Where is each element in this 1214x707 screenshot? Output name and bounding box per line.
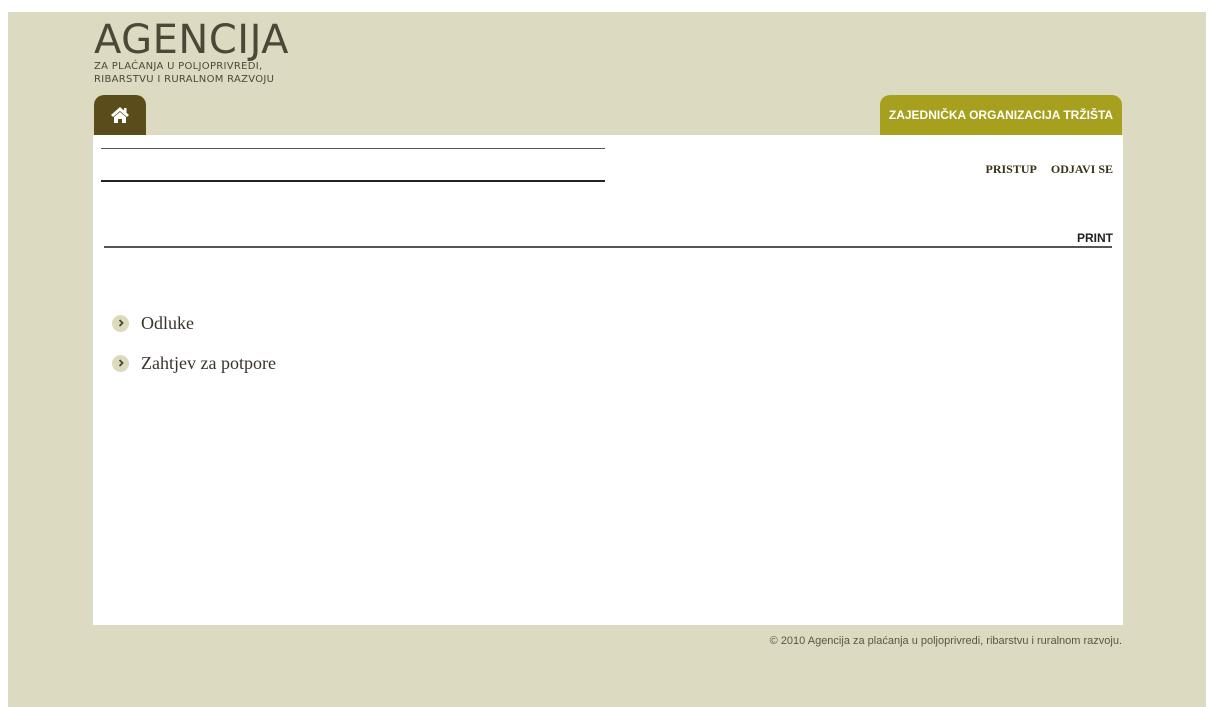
page-frame: AGENCIJA ZA PLAĆANJA U POLJOPRIVREDI, RI… — [8, 12, 1206, 707]
logo-subtitle-line2: RIBARSTVU I RURALNOM RAZVOJU — [94, 74, 275, 85]
logo-title: AGENCIJA — [94, 17, 290, 63]
menu-list: Odluke Zahtjev za potpore — [112, 303, 276, 383]
top-navigation: PRISTUP ODJAVI SE — [986, 162, 1113, 177]
print-button[interactable]: PRINT — [1077, 231, 1113, 245]
menu-item-label: Odluke — [141, 312, 194, 333]
access-link[interactable]: PRISTUP — [986, 162, 1037, 177]
header-divider-thick — [101, 180, 605, 182]
logo-subtitle-line1: ZA PLAĆANJA U POLJOPRIVREDI, — [94, 61, 263, 72]
menu-item-zahtjev-za-potpore[interactable]: Zahtjev za potpore — [112, 343, 276, 383]
chevron-right-icon — [112, 354, 129, 372]
logout-link[interactable]: ODJAVI SE — [1051, 162, 1113, 177]
tab-zajednicka-organizacija-trzista[interactable]: ZAJEDNIČKA ORGANIZACIJA TRŽIŠTA — [880, 95, 1122, 135]
content-divider — [104, 246, 1112, 248]
home-icon — [111, 107, 129, 123]
menu-item-label: Zahtjev za potpore — [141, 352, 276, 373]
menu-item-odluke[interactable]: Odluke — [112, 303, 276, 343]
agency-logo[interactable]: AGENCIJA ZA PLAĆANJA U POLJOPRIVREDI, RI… — [94, 20, 289, 86]
main-panel: PRISTUP ODJAVI SE PRINT Odluke Zahtjev z… — [93, 135, 1123, 625]
header-divider-thin — [101, 148, 605, 149]
chevron-right-icon — [112, 314, 129, 332]
footer-copyright: © 2010 Agencija za plaćanja u poljoprivr… — [769, 635, 1122, 647]
home-tab[interactable] — [94, 95, 146, 135]
